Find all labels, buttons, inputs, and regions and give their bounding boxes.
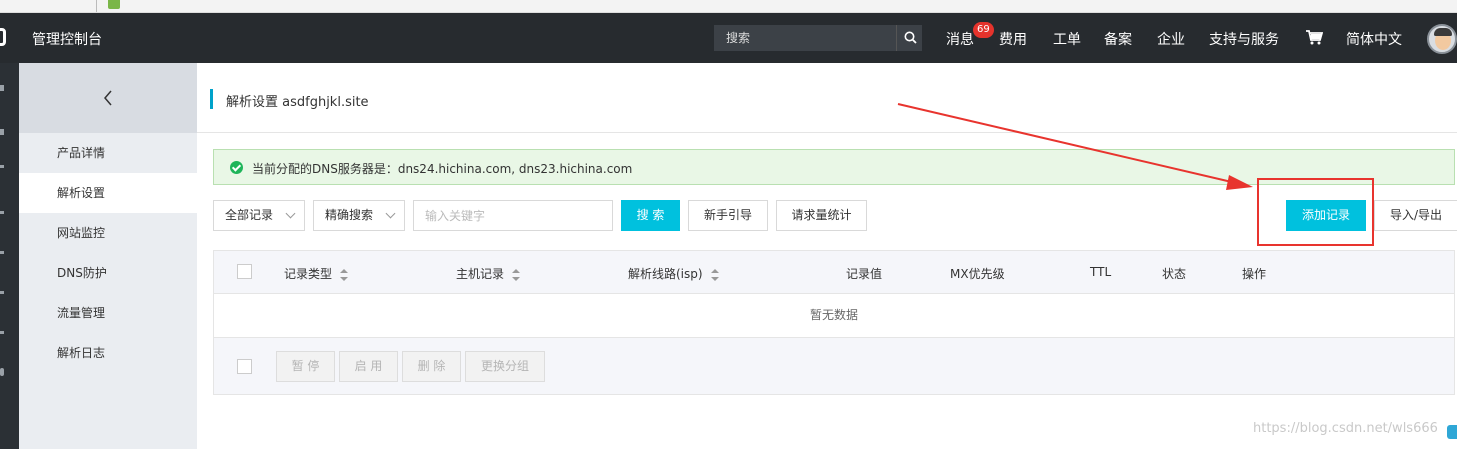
column-resolution-line-label: 解析线路(isp) (628, 267, 703, 281)
sort-icon[interactable] (512, 268, 521, 281)
import-export-button[interactable]: 导入/导出 (1374, 200, 1457, 231)
sidebar-item-dns-logs[interactable]: 解析日志 (19, 333, 197, 373)
rail-icon[interactable] (0, 251, 4, 254)
console-title[interactable]: 管理控制台 (32, 29, 102, 49)
add-record-button[interactable]: 添加记录 (1286, 200, 1366, 231)
rail-icon[interactable] (0, 211, 4, 214)
avatar-hair (1434, 28, 1452, 36)
nav-support[interactable]: 支持与服务 (1209, 29, 1279, 49)
records-table: 记录类型 主机记录 解析线路(isp) 记录值 MX优先级 TTL 状态 操作 … (213, 250, 1455, 395)
enable-button[interactable]: 启 用 (339, 351, 398, 382)
dns-server-notice-text: 当前分配的DNS服务器是：dns24.hichina.com, dns23.hi… (252, 162, 633, 176)
nav-billing[interactable]: 费用 (999, 29, 1027, 49)
nav-enterprise[interactable]: 企业 (1157, 29, 1185, 49)
sidebar-item-traffic-management[interactable]: 流量管理 (19, 293, 197, 333)
select-all-checkbox[interactable] (237, 264, 252, 279)
user-avatar[interactable] (1427, 24, 1457, 54)
sidebar-item-dns-settings[interactable]: 解析设置 (19, 173, 197, 213)
main-content: 解析设置 asdfghjkl.site 当前分配的DNS服务器是：dns24.h… (197, 63, 1457, 449)
sidebar-item-site-monitoring[interactable]: 网站监控 (19, 213, 197, 253)
column-record-type-label: 记录类型 (284, 267, 333, 281)
search-records-button[interactable]: 搜 索 (621, 200, 680, 231)
pause-button[interactable]: 暂 停 (276, 351, 335, 382)
message-count-badge: 69 (973, 22, 994, 38)
column-record-type[interactable]: 记录类型 (284, 265, 349, 282)
column-record-value: 记录值 (846, 267, 883, 281)
rail-icon[interactable] (0, 165, 4, 168)
dns-server-notice: 当前分配的DNS服务器是：dns24.hichina.com, dns23.hi… (213, 149, 1455, 185)
empty-state-text: 暂无数据 (809, 308, 858, 322)
sort-icon[interactable] (340, 268, 349, 281)
chevron-down-icon (385, 208, 396, 219)
page-header: 解析设置 asdfghjkl.site (197, 63, 1457, 133)
sidebar-header (19, 63, 197, 133)
table-header: 记录类型 主机记录 解析线路(isp) 记录值 MX优先级 TTL 状态 操作 (214, 251, 1454, 294)
column-actions: 操作 (1242, 267, 1267, 281)
bookmark-favicon[interactable] (108, 0, 120, 9)
column-ttl: TTL (1090, 265, 1112, 279)
back-button[interactable] (97, 85, 119, 111)
dns-sidebar: 产品详情 解析设置 网站监控 DNS防护 流量管理 解析日志 (19, 63, 197, 449)
column-host-record[interactable]: 主机记录 (456, 265, 521, 282)
browser-bookmark-bar (0, 0, 1457, 13)
search-icon (904, 31, 917, 44)
select-all-footer-checkbox[interactable] (237, 359, 252, 374)
column-resolution-line[interactable]: 解析线路(isp) (628, 265, 719, 282)
rail-icon[interactable] (0, 368, 4, 376)
chevron-left-icon (104, 90, 112, 106)
check-circle-icon (230, 161, 243, 174)
nav-messages[interactable]: 消息 (946, 29, 974, 49)
product-rail (0, 63, 19, 449)
bookmark-separator (96, 0, 97, 12)
logo-icon[interactable] (0, 28, 6, 46)
top-navigation-bar: 管理控制台 消息 69 费用 工单 备案 企业 支持与服务 简体中文 (0, 13, 1457, 63)
feedback-icon[interactable] (1447, 425, 1457, 439)
nav-icp-filing[interactable]: 备案 (1104, 29, 1132, 49)
nav-language[interactable]: 简体中文 (1346, 29, 1402, 49)
chevron-down-icon (285, 208, 296, 219)
rail-icon[interactable] (0, 291, 4, 294)
beginner-guide-button[interactable]: 新手引导 (688, 200, 768, 231)
column-mx-priority: MX优先级 (950, 267, 1005, 281)
sort-icon[interactable] (710, 268, 719, 281)
record-filter-value: 全部记录 (225, 208, 274, 222)
global-search (714, 25, 922, 51)
page-title: 解析设置 asdfghjkl.site (226, 95, 369, 110)
cart-icon[interactable] (1306, 30, 1323, 45)
search-mode-select[interactable]: 精确搜索 (313, 200, 405, 231)
sidebar-item-dns-protection[interactable]: DNS防护 (19, 253, 197, 293)
global-search-input[interactable] (714, 25, 896, 51)
search-button[interactable] (896, 25, 922, 51)
column-host-record-label: 主机记录 (456, 267, 505, 281)
request-stats-button[interactable]: 请求量统计 (776, 200, 867, 231)
change-group-button[interactable]: 更换分组 (465, 351, 545, 382)
delete-button[interactable]: 删 除 (402, 351, 461, 382)
nav-tickets[interactable]: 工单 (1053, 29, 1081, 49)
record-filter-select[interactable]: 全部记录 (213, 200, 305, 231)
sidebar-item-product-details[interactable]: 产品详情 (19, 133, 197, 173)
keyword-field (413, 200, 613, 231)
search-mode-value: 精确搜索 (325, 208, 374, 222)
column-status: 状态 (1162, 267, 1187, 281)
bulk-action-bar: 暂 停 启 用 删 除 更换分组 (214, 337, 1454, 394)
rail-icon[interactable] (0, 85, 4, 91)
title-accent-bar (210, 89, 213, 109)
rail-icon[interactable] (0, 129, 4, 135)
keyword-input[interactable] (414, 201, 612, 230)
watermark-text: https://blog.csdn.net/wls666 (1253, 421, 1438, 436)
rail-icon[interactable] (0, 331, 4, 334)
